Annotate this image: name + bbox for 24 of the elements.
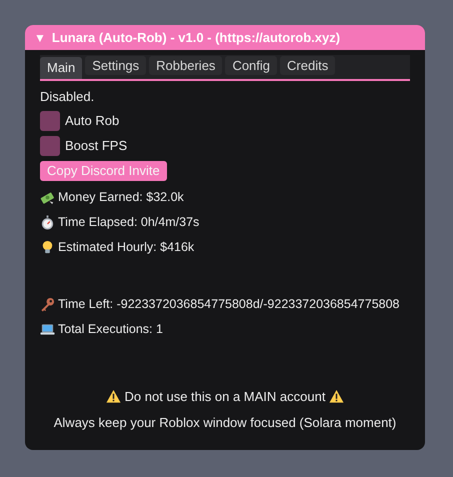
tab[interactable]: Settings (85, 56, 146, 75)
stopwatch-icon (40, 214, 55, 230)
tab[interactable]: Robberies (149, 56, 222, 75)
warning-text: Do not use this on a MAIN account (124, 388, 326, 406)
checkbox[interactable] (40, 136, 60, 156)
status-text: Disabled. (40, 88, 96, 106)
warning-icon (329, 389, 344, 404)
laptop-icon (40, 322, 55, 336)
stat-text: Estimated Hourly: $416k (58, 238, 194, 256)
checkbox-label: Boost FPS (65, 137, 128, 156)
lightbulb-icon (40, 240, 55, 254)
tab[interactable]: Config (225, 56, 278, 75)
stat-text: Time Left: -9223372036854775808d/-9223372036854775808 (58, 296, 400, 313)
tab[interactable]: Credits (280, 56, 336, 75)
warning-icon (106, 389, 121, 404)
checkbox[interactable] (40, 111, 60, 131)
window-title: Lunara (Auto-Rob) - v1.0 - (https://autorob.xyz) (52, 28, 340, 47)
checkbox-label: Auto Rob (65, 112, 120, 130)
note-text: Always keep your Roblox window focused (Solara moment) (54, 414, 396, 432)
stat-text: Time Elapsed: 0h/4m/37s (58, 214, 200, 231)
stat-text: Total Executions: 1 (58, 320, 163, 338)
stat-text: Money Earned: $32.0k (58, 188, 184, 206)
tab[interactable]: Main (40, 57, 82, 79)
key-icon (40, 296, 55, 312)
